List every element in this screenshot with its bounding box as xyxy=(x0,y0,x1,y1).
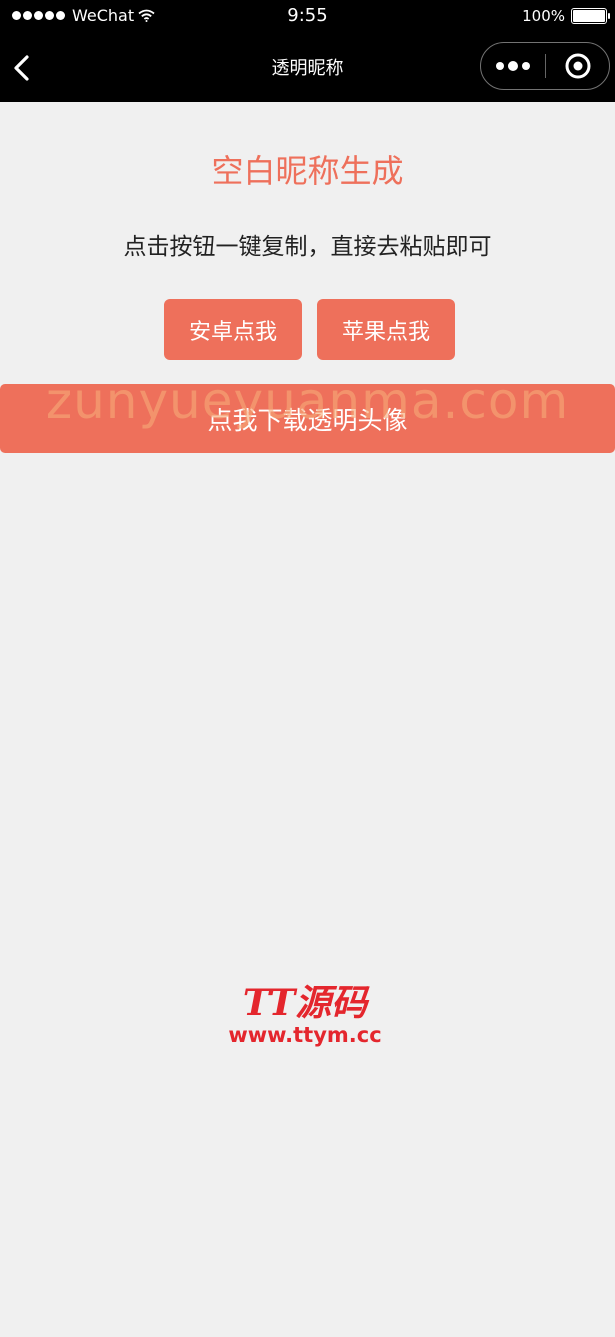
battery-level xyxy=(573,10,605,22)
more-dots-icon xyxy=(496,61,530,71)
status-bar: WeChat 9:55 100% xyxy=(0,0,615,34)
battery-icon xyxy=(571,8,610,24)
close-button[interactable] xyxy=(546,43,609,89)
ttym-logo: TT源码 www.ttym.cc xyxy=(225,983,385,1053)
more-button[interactable] xyxy=(481,43,545,89)
android-copy-button[interactable]: 安卓点我 xyxy=(164,299,302,360)
main-title: 空白昵称生成 xyxy=(211,152,404,190)
logo-url: www.ttym.cc xyxy=(228,1023,382,1047)
nav-bar: 透明昵称 xyxy=(0,34,615,102)
mini-program-capsule xyxy=(480,42,610,90)
logo-title: TT源码 xyxy=(242,982,368,1024)
target-close-icon xyxy=(565,53,590,79)
battery-percentage: 100% xyxy=(522,7,565,25)
instruction-text: 点击按钮一键复制，直接去粘贴即可 xyxy=(123,234,492,260)
watermark-text: zunyueyuanma.com xyxy=(45,372,570,430)
status-right: 100% xyxy=(522,7,610,25)
apple-copy-button[interactable]: 苹果点我 xyxy=(317,299,455,360)
